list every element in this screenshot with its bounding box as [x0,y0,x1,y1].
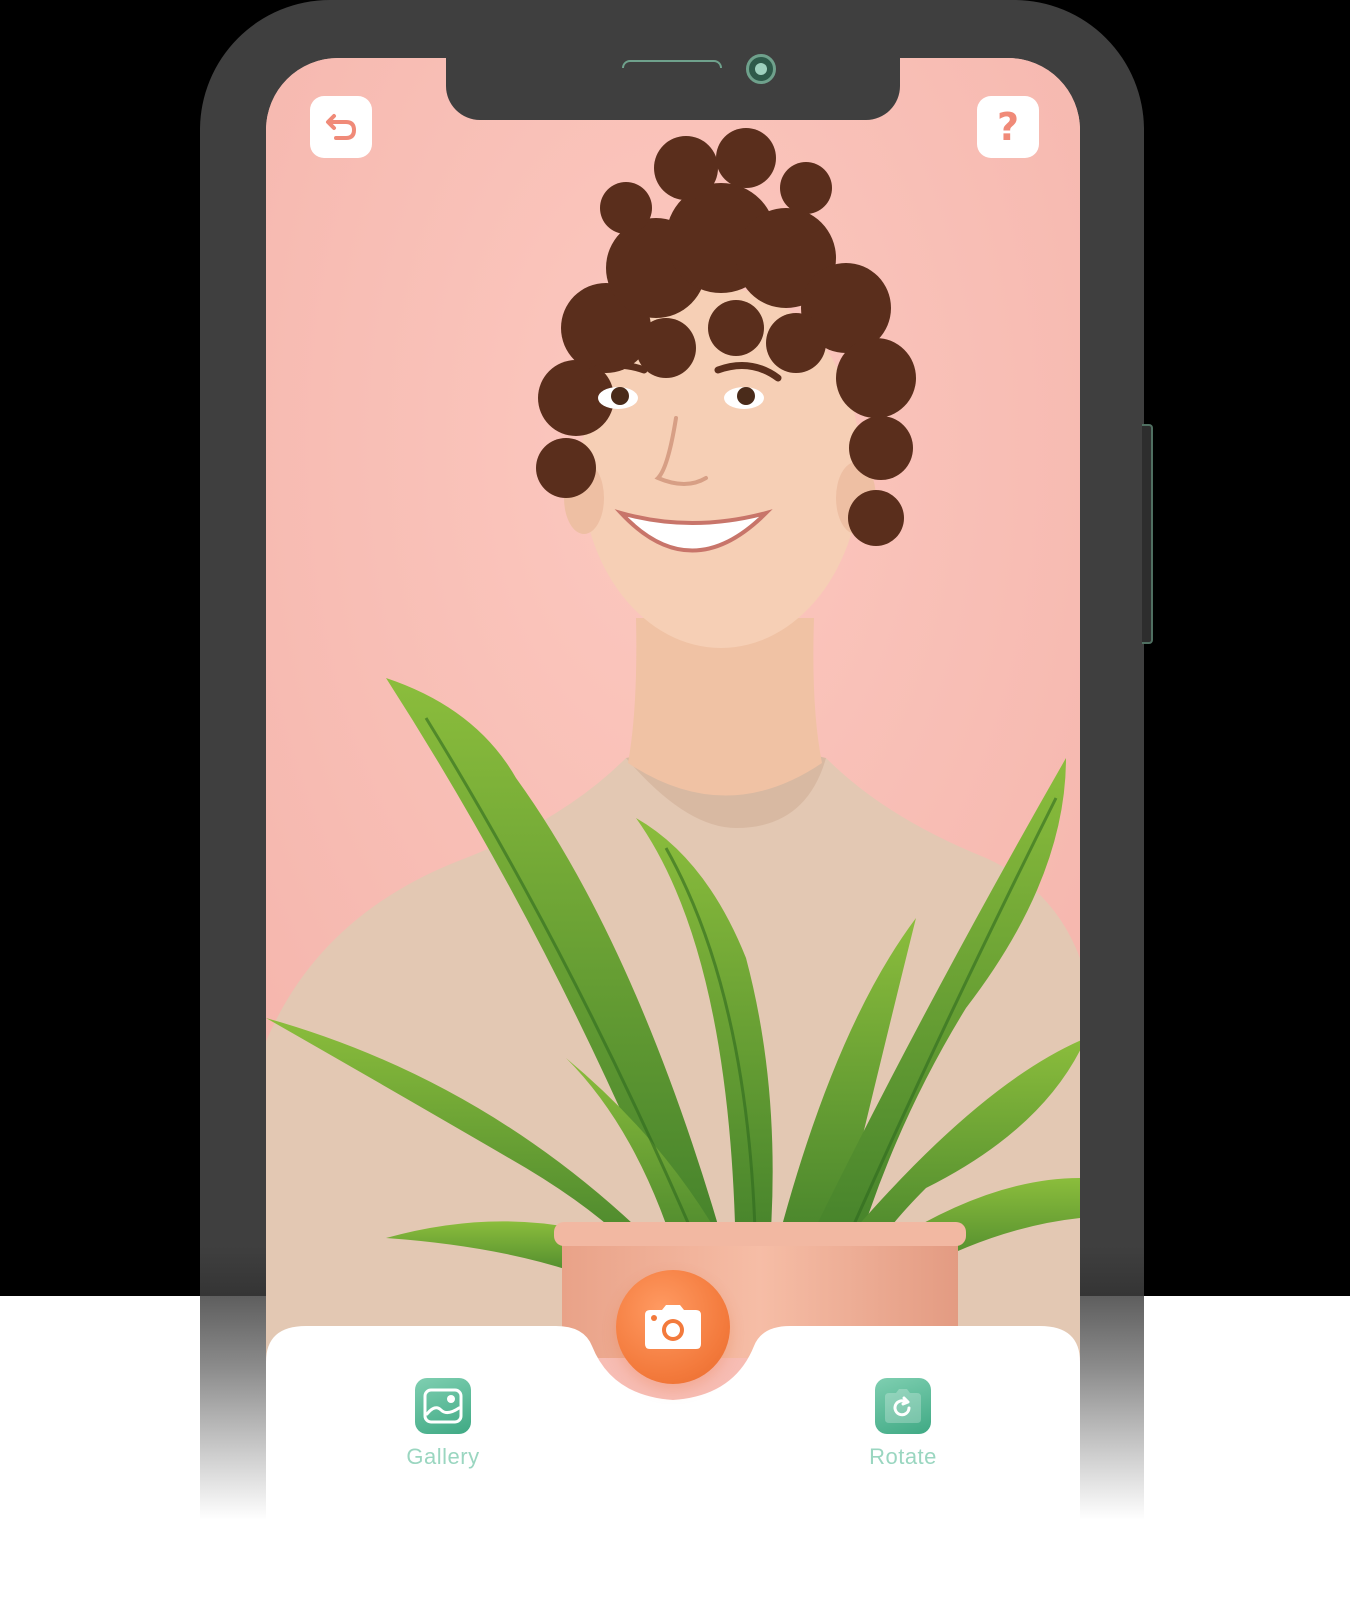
phone-notch [446,40,900,120]
back-button[interactable] [310,96,372,158]
rotate-label: Rotate [869,1444,937,1469]
undo-arrow-icon [326,114,357,140]
camera-icon [645,1305,701,1349]
gallery-button[interactable]: Gallery [383,1378,503,1470]
rotate-camera-icon [875,1378,931,1434]
help-question-icon: ? [996,105,1020,149]
phone-side-button [1142,424,1153,644]
front-camera-lens [746,54,776,84]
earpiece-speaker [622,60,722,68]
image-icon [415,1378,471,1434]
shutter-button[interactable] [616,1270,730,1384]
help-button[interactable]: ? [977,96,1039,158]
gallery-label: Gallery [406,1444,480,1469]
rotate-button[interactable]: Rotate [843,1378,963,1470]
camera-preview-photo [266,58,1080,1358]
